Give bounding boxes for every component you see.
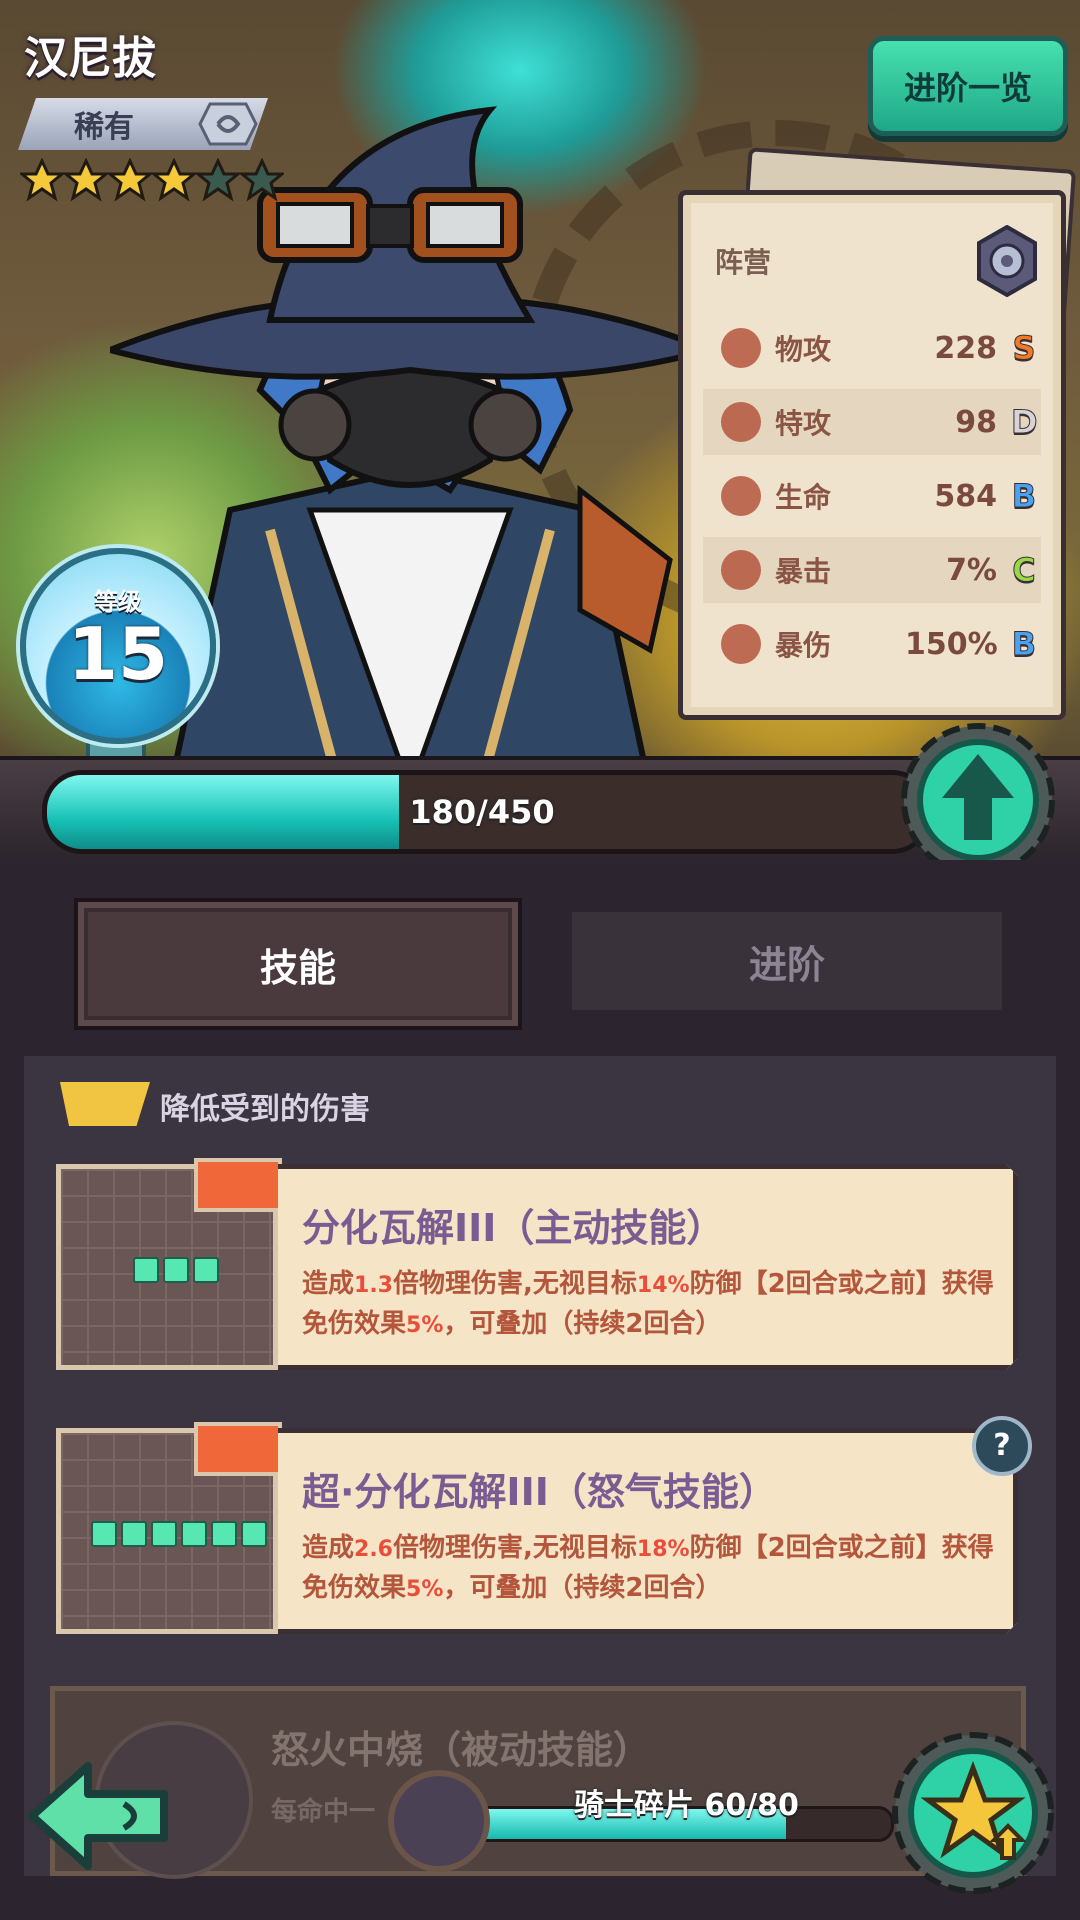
stat-value: 584 <box>934 478 997 514</box>
star-empty-icon <box>196 158 240 202</box>
skill-range-block <box>193 1257 219 1283</box>
stat-row-2: 生命 584 B <box>703 463 1041 529</box>
skill-card[interactable]: 超·分化瓦解III（怒气技能） 造成2.6倍物理伤害,无视目标18%防御【2回合或… <box>56 1422 1018 1634</box>
stat-label: 特攻 <box>775 407 832 440</box>
skill-range-block <box>121 1521 147 1547</box>
level-flask: 等级 15 <box>20 548 216 744</box>
help-icon[interactable]: ? <box>972 1416 1032 1476</box>
stat-label: 物攻 <box>775 333 832 366</box>
burst-icon <box>721 624 761 664</box>
stat-value: 228 <box>934 330 997 366</box>
stat-row-3: 暴击 7% C <box>703 537 1041 603</box>
stat-grade: B <box>1011 477 1037 516</box>
faction-label: 阵营 <box>715 246 772 279</box>
skill-range-block <box>91 1521 117 1547</box>
fist-icon <box>721 328 761 368</box>
rarity-badge: 稀有 <box>18 98 268 150</box>
skill-body: 超·分化瓦解III（怒气技能） 造成2.6倍物理伤害,无视目标18%防御【2回合或… <box>278 1428 1018 1634</box>
sword-icon <box>194 1158 282 1212</box>
skill-range-block <box>181 1521 207 1547</box>
skill-range-block <box>211 1521 237 1547</box>
stat-row-4: 暴伤 150% B <box>703 611 1041 677</box>
skill-range-shape <box>133 1257 219 1283</box>
star-empty-icon <box>240 158 284 202</box>
star-filled-icon <box>64 158 108 202</box>
skill-desc: 造成2.6倍物理伤害,无视目标18%防御【2回合或之前】获得免伤效果5%，可叠加… <box>302 1533 994 1603</box>
stat-label: 暴击 <box>775 555 832 588</box>
tab-advance[interactable]: 进阶 <box>572 912 1002 1010</box>
stat-label: 暴伤 <box>775 629 832 662</box>
hero-name: 汉尼拔 <box>24 33 156 84</box>
skill-title: 超·分化瓦解III（怒气技能） <box>302 1470 777 1514</box>
back-arrow-button[interactable] <box>24 1758 174 1874</box>
crit-target-icon <box>721 550 761 590</box>
skill-tag-label: 降低受到的伤害 <box>160 1092 370 1127</box>
level-up-button[interactable] <box>898 720 1058 880</box>
skill-range-shape <box>91 1521 267 1547</box>
tab-skill[interactable]: 技能 <box>74 898 522 1030</box>
rarity-label: 稀有 <box>74 110 134 145</box>
sword-icon <box>194 1422 282 1476</box>
skill-range-block <box>151 1521 177 1547</box>
star-filled-icon <box>152 158 196 202</box>
skill-body: 分化瓦解III（主动技能） 造成1.3倍物理伤害,无视目标14%防御【2回合或之前… <box>278 1164 1018 1370</box>
stat-grade: D <box>1011 403 1039 442</box>
stat-value: 150% <box>905 626 998 662</box>
level-value: 15 <box>67 612 169 696</box>
skill-title: 分化瓦解III（主动技能） <box>302 1206 725 1250</box>
fragment-text: 骑士碎片 60/80 <box>574 1788 799 1823</box>
skill-range-block <box>241 1521 267 1547</box>
skill-range-block <box>133 1257 159 1283</box>
star-filled-icon <box>108 158 152 202</box>
stat-grade: C <box>1012 551 1036 590</box>
skill-card[interactable]: 分化瓦解III（主动技能） 造成1.3倍物理伤害,无视目标14%防御【2回合或之前… <box>56 1158 1018 1370</box>
stat-row-1: 特攻 98 D <box>703 389 1041 455</box>
rarity-emblem-icon <box>198 100 258 148</box>
star-rating <box>20 158 284 202</box>
star-upgrade-button[interactable] <box>888 1728 1058 1898</box>
skill-range-block <box>163 1257 189 1283</box>
faction-gear-icon[interactable] <box>971 225 1043 297</box>
stat-value: 98 <box>955 404 997 440</box>
stat-label: 生命 <box>775 481 832 514</box>
passive-skill-card[interactable]: 怒火中烧（被动技能） 每命中一 <box>50 1686 1026 1879</box>
passive-skill-desc: 每命中一 <box>271 1797 376 1827</box>
stat-row-0: 物攻 228 S <box>703 315 1041 381</box>
advance-overview-button[interactable]: 进阶一览 <box>868 36 1068 136</box>
heart-icon <box>721 476 761 516</box>
hero-avatar <box>388 1770 490 1872</box>
passive-skill-title: 怒火中烧（被动技能） <box>271 1728 652 1772</box>
stat-value: 7% <box>946 552 997 588</box>
tag-icon <box>60 1082 150 1126</box>
stat-card: 阵营 物攻 228 S 特攻 98 D 生命 584 B 暴击 7% C 暴伤 150% B <box>678 190 1066 720</box>
star-filled-icon <box>20 158 64 202</box>
stat-grade: B <box>1011 625 1037 664</box>
stat-grade: S <box>1012 329 1036 368</box>
lightning-icon <box>721 402 761 442</box>
xp-text: 180/450 <box>409 793 555 831</box>
skill-desc: 造成1.3倍物理伤害,无视目标14%防御【2回合或之前】获得免伤效果5%，可叠加… <box>302 1269 994 1339</box>
